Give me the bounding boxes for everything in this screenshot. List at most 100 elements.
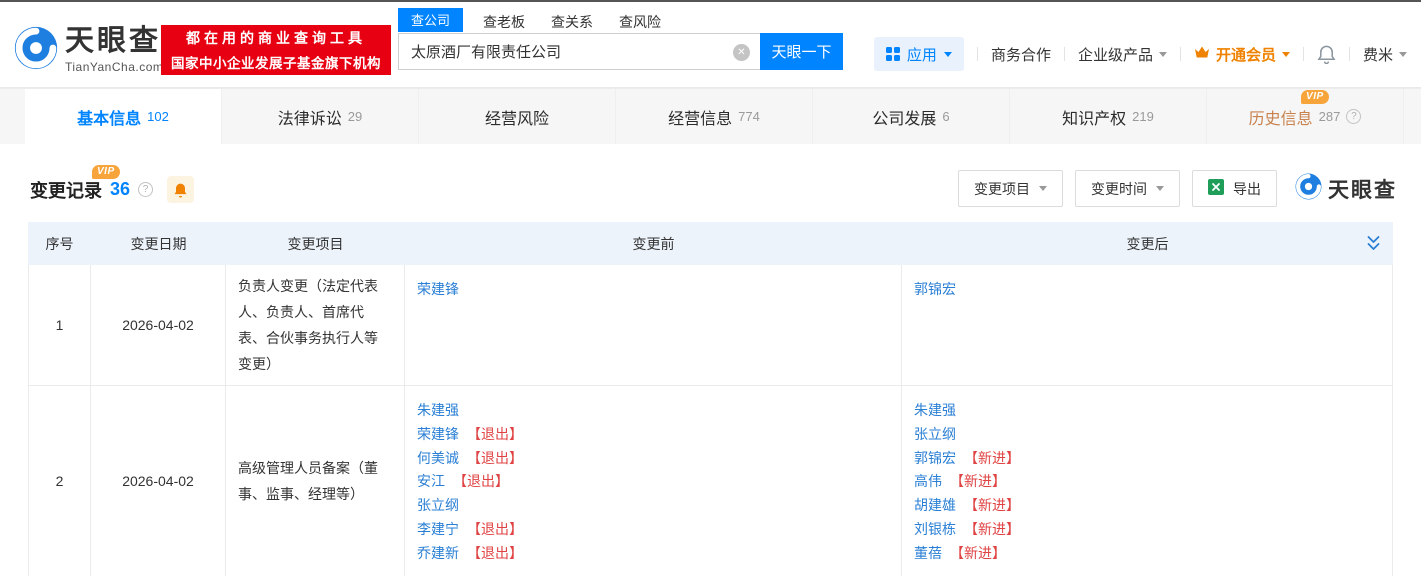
search-tab-boss[interactable]: 查老板 — [483, 12, 525, 32]
tab-label: 公司发展 — [872, 105, 936, 129]
person-line: 何美诚【退出】 — [417, 447, 891, 471]
filter-label: 变更时间 — [1091, 179, 1147, 199]
person-link[interactable]: 刘银栋 — [914, 521, 956, 537]
company-section-tabs: 基本信息 102 法律诉讼 29 经营风险 经营信息 774 公司发展 6 知识… — [0, 88, 1421, 144]
col-序号: 序号 — [28, 234, 91, 254]
search-tabs: 查公司 查老板 查关系 查风险 — [398, 15, 843, 32]
tab-count: 774 — [738, 109, 760, 124]
person-link[interactable]: 张立纲 — [417, 497, 459, 513]
tab-label: 基本信息 — [77, 105, 141, 129]
search-tab-relation[interactable]: 查关系 — [551, 12, 593, 32]
excel-icon — [1208, 179, 1224, 198]
filter-change-item-button[interactable]: 变更项目 — [958, 170, 1063, 207]
change-item-cell: 高级管理人员备案（董事、监事、经理等） — [226, 386, 405, 576]
filter-change-time-button[interactable]: 变更时间 — [1075, 170, 1180, 207]
search-button[interactable]: 天眼一下 — [760, 33, 843, 70]
person-link[interactable]: 安江 — [417, 473, 445, 489]
tab-label: 经营风险 — [485, 105, 549, 129]
vip-badge: VIP — [92, 165, 120, 179]
person-line: 李建宁【退出】 — [417, 518, 891, 542]
divider — [1303, 47, 1304, 61]
search-input[interactable] — [399, 34, 760, 69]
tab-operation-info[interactable]: 经营信息 774 — [616, 89, 813, 144]
user-menu[interactable]: 费米 — [1363, 44, 1407, 65]
caret-down-icon — [1156, 186, 1164, 195]
person-line: 张立纲 — [914, 423, 1382, 447]
person-link[interactable]: 高伟 — [914, 473, 942, 489]
open-vip-label: 开通会员 — [1216, 44, 1276, 65]
person-link[interactable]: 朱建强 — [417, 402, 459, 418]
apps-grid-icon — [886, 47, 900, 61]
collapse-double-chevron-icon[interactable] — [1366, 235, 1381, 255]
search-tab-risk[interactable]: 查风险 — [619, 12, 661, 32]
table-header: 序号 变更日期 变更项目 变更前 变更后 — [28, 222, 1393, 265]
promo-line1: 都在用的商业查询工具 — [186, 28, 366, 48]
change-tag: 【新进】 — [964, 450, 1020, 466]
logo-title: 天眼查 — [65, 27, 163, 56]
tab-history-info[interactable]: 历史信息 VIP 287 ? — [1207, 89, 1404, 144]
help-icon[interactable]: ? — [1346, 109, 1361, 124]
person-link[interactable]: 朱建强 — [914, 402, 956, 418]
person-link[interactable]: 荣建锋 — [417, 281, 459, 297]
person-link[interactable]: 李建宁 — [417, 521, 459, 537]
change-tag: 【退出】 — [467, 450, 523, 466]
notification-bell-icon[interactable] — [1317, 44, 1336, 64]
person-link[interactable]: 胡建雄 — [914, 497, 956, 513]
person-link[interactable]: 郭锦宏 — [914, 281, 956, 297]
subscribe-bell-button[interactable] — [167, 176, 194, 203]
tab-company-development[interactable]: 公司发展 6 — [813, 89, 1010, 144]
tab-label: 法律诉讼 — [278, 105, 342, 129]
change-tag: 【新进】 — [964, 497, 1020, 513]
table-row: 22026-04-02高级管理人员备案（董事、监事、经理等）朱建强荣建锋【退出】… — [29, 386, 1392, 576]
section-controls: 变更项目 变更时间 导出 天眼查 — [958, 170, 1397, 207]
person-link[interactable]: 郭锦宏 — [914, 450, 956, 466]
export-label: 导出 — [1233, 179, 1261, 199]
person-line: 高伟【新进】 — [914, 470, 1382, 494]
person-line: 朱建强 — [914, 399, 1382, 423]
username: 费米 — [1363, 44, 1393, 65]
export-button[interactable]: 导出 — [1192, 170, 1277, 207]
col-变更前: 变更前 — [405, 234, 902, 254]
person-line: 荣建锋 — [417, 278, 891, 302]
change-after-cell: 郭锦宏 — [902, 265, 1392, 385]
person-link[interactable]: 乔建新 — [417, 545, 459, 561]
person-line: 朱建强 — [417, 399, 891, 423]
divider — [1180, 47, 1181, 61]
table-body: 12026-04-02负责人变更（法定代表人、负责人、首席代表、合伙事务执行人等… — [28, 265, 1393, 576]
change-before-cell: 荣建锋 — [405, 265, 902, 385]
person-link[interactable]: 张立纲 — [914, 426, 956, 442]
change-tag: 【退出】 — [467, 426, 523, 442]
person-line: 胡建雄【新进】 — [914, 494, 1382, 518]
watermark-logo: 天眼查 — [1295, 173, 1397, 205]
person-line: 刘银栋【新进】 — [914, 518, 1382, 542]
person-link[interactable]: 荣建锋 — [417, 426, 459, 442]
tianyancha-logo[interactable]: 天眼查 TianYanCha.com — [14, 26, 163, 75]
caret-down-icon — [1039, 186, 1047, 195]
person-line: 张立纲 — [417, 494, 891, 518]
apps-menu[interactable]: 应用 — [874, 37, 964, 71]
tab-legal-litigation[interactable]: 法律诉讼 29 — [222, 89, 419, 144]
tab-count: 102 — [147, 109, 169, 124]
row-number-cell: 1 — [29, 265, 91, 385]
change-after-cell: 朱建强张立纲郭锦宏【新进】高伟【新进】胡建雄【新进】刘银栋【新进】董蓓【新进】 — [902, 386, 1392, 576]
person-link[interactable]: 何美诚 — [417, 450, 459, 466]
tab-count: 219 — [1132, 109, 1154, 124]
change-tag: 【新进】 — [964, 521, 1020, 537]
tab-operation-risk[interactable]: 经营风险 — [419, 89, 616, 144]
col-变更项目: 变更项目 — [226, 234, 405, 254]
clear-search-icon[interactable]: ✕ — [733, 44, 750, 61]
help-icon[interactable]: ? — [138, 182, 153, 197]
search-tab-company[interactable]: 查公司 — [398, 8, 463, 32]
change-date-cell: 2026-04-02 — [91, 265, 226, 385]
change-date-cell: 2026-04-02 — [91, 386, 226, 576]
page: 天眼查 TianYanCha.com 都在用的商业查询工具 国家中小企业发展子基… — [0, 0, 1421, 576]
search-area: 查公司 查老板 查关系 查风险 ✕ 天眼一下 — [398, 15, 843, 70]
caret-down-icon — [1282, 52, 1290, 61]
nav-enterprise-product[interactable]: 企业级产品 — [1078, 44, 1167, 65]
nav-business-coop[interactable]: 商务合作 — [991, 44, 1051, 65]
tab-basic-info[interactable]: 基本信息 102 — [25, 89, 222, 144]
tab-intellectual-property[interactable]: 知识产权 219 — [1010, 89, 1207, 144]
person-link[interactable]: 董蓓 — [914, 545, 942, 561]
nav-open-vip[interactable]: 开通会员 — [1194, 44, 1290, 65]
promo-line2: 国家中小企业发展子基金旗下机构 — [171, 52, 381, 72]
